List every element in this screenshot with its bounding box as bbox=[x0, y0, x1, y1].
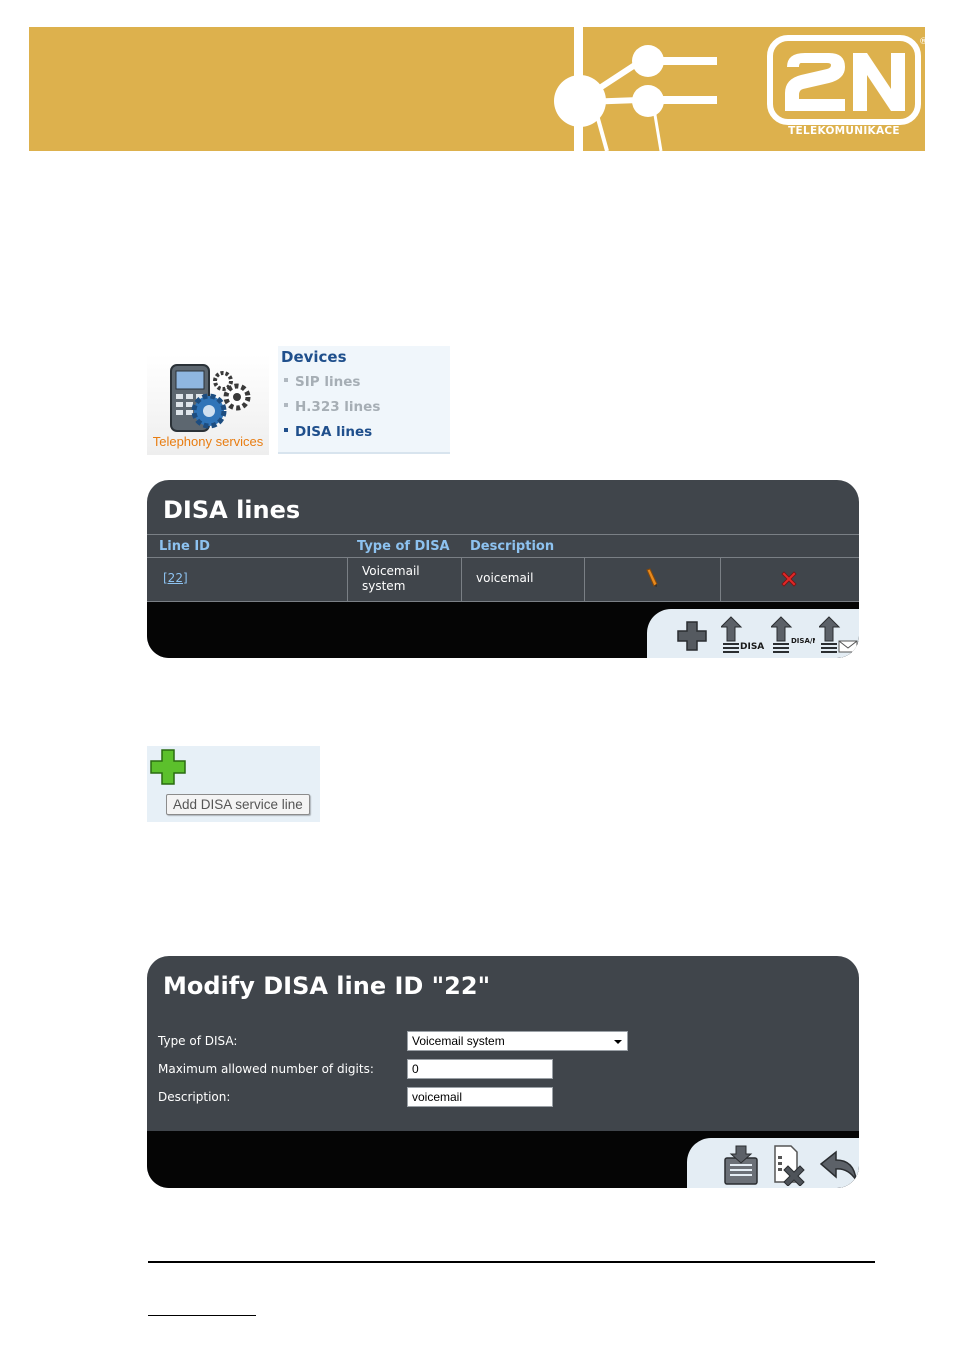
divider bbox=[584, 557, 585, 601]
column-header-type[interactable]: Type of DISA bbox=[357, 539, 450, 554]
bullet-icon bbox=[284, 428, 288, 432]
panel-toolbar: DISA DISA/NR bbox=[647, 609, 859, 658]
divider bbox=[461, 557, 462, 601]
back-arrow-icon[interactable] bbox=[820, 1150, 858, 1182]
description-value: voicemail bbox=[412, 1090, 463, 1104]
panel-toolbar bbox=[687, 1138, 859, 1188]
description-cell: voicemail bbox=[476, 571, 534, 585]
delete-x-icon[interactable] bbox=[781, 571, 797, 587]
telephony-services-label: Telephony services bbox=[152, 434, 264, 449]
devices-menu-heading: Devices bbox=[281, 348, 347, 366]
2n-logo-icon: ® bbox=[767, 35, 925, 125]
header-banner: ® TELEKOMUNIKACE bbox=[29, 27, 925, 151]
bullet-icon bbox=[284, 403, 288, 407]
disa-lines-panel: DISA lines Line ID Type of DISA Descript… bbox=[147, 480, 859, 658]
divider bbox=[147, 534, 859, 535]
description-input[interactable]: voicemail bbox=[407, 1087, 553, 1107]
menu-item-label: DISA lines bbox=[295, 424, 373, 440]
modify-disa-panel: Modify DISA line ID "22" Type of DISA: V… bbox=[147, 956, 859, 1188]
pencil-icon[interactable] bbox=[645, 568, 659, 588]
panel-title: Modify DISA line ID "22" bbox=[163, 972, 491, 1000]
upload-disa-nr-icon[interactable]: DISA/NR bbox=[771, 615, 815, 653]
bullet-icon bbox=[284, 378, 288, 382]
column-header-description[interactable]: Description bbox=[470, 539, 554, 554]
add-disa-tooltip-area: Add DISA service line bbox=[147, 746, 320, 822]
panel-title: DISA lines bbox=[163, 496, 301, 524]
toolbar-icon-label: DISA/NR bbox=[791, 637, 815, 645]
chevron-down-icon bbox=[614, 1040, 622, 1044]
menu-item-sip-lines[interactable]: SIP lines bbox=[284, 374, 360, 390]
telephony-gears-icon bbox=[170, 364, 251, 432]
type-of-disa-label: Type of DISA: bbox=[158, 1034, 238, 1048]
devices-menu: Devices SIP lines H.323 lines DISA lines bbox=[278, 346, 450, 454]
add-plus-icon[interactable] bbox=[150, 749, 186, 785]
telephony-services-tile[interactable]: Telephony services bbox=[147, 355, 269, 455]
menu-item-label: H.323 lines bbox=[295, 399, 381, 415]
divider bbox=[147, 557, 859, 558]
registered-mark: ® bbox=[919, 37, 925, 47]
toolbar-icon-label: DISA bbox=[740, 642, 764, 652]
add-disa-tooltip: Add DISA service line bbox=[166, 794, 310, 815]
type-of-disa-select[interactable]: Voicemail system bbox=[407, 1031, 628, 1051]
divider bbox=[347, 557, 348, 601]
menu-item-h323-lines[interactable]: H.323 lines bbox=[284, 399, 380, 415]
menu-item-disa-lines[interactable]: DISA lines bbox=[284, 424, 372, 440]
page-divider bbox=[148, 1261, 875, 1263]
type-of-disa-value: Voicemail system bbox=[412, 1034, 505, 1048]
line-id-link[interactable]: [22] bbox=[163, 571, 188, 585]
type-cell-line2: system bbox=[362, 579, 406, 593]
column-header-line-id[interactable]: Line ID bbox=[159, 539, 210, 554]
max-digits-input[interactable]: 0 bbox=[407, 1059, 553, 1079]
delete-document-icon[interactable] bbox=[771, 1144, 811, 1186]
upload-disa-icon[interactable]: DISA bbox=[721, 615, 765, 653]
description-label: Description: bbox=[158, 1090, 231, 1104]
menu-item-label: SIP lines bbox=[295, 374, 361, 390]
save-icon[interactable] bbox=[722, 1144, 762, 1186]
divider bbox=[720, 557, 721, 601]
add-plus-icon[interactable] bbox=[676, 620, 708, 652]
max-digits-label: Maximum allowed number of digits: bbox=[158, 1062, 374, 1076]
max-digits-value: 0 bbox=[412, 1062, 419, 1076]
upload-mail-icon[interactable] bbox=[819, 615, 859, 653]
footnote-divider bbox=[148, 1315, 256, 1316]
logo-subtitle: TELEKOMUNIKACE bbox=[788, 125, 900, 137]
type-cell-line1: Voicemail bbox=[362, 564, 420, 578]
